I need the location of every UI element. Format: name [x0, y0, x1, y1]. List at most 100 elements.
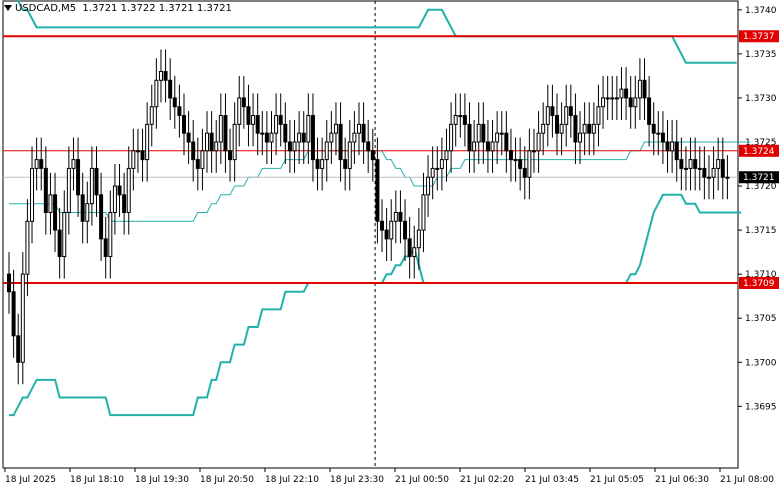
- candle-body: [467, 123, 472, 152]
- candle-body: [264, 132, 269, 143]
- x-tick-label: 18 Jul 18:10: [70, 475, 124, 485]
- candle-body: [80, 194, 85, 222]
- candle-body: [656, 132, 661, 135]
- candle-body: [301, 132, 306, 143]
- candle-body: [283, 123, 288, 143]
- candle-body: [660, 132, 665, 143]
- candle-body: [246, 106, 251, 125]
- candle-body: [260, 132, 265, 135]
- candle-body: [711, 167, 716, 178]
- candle-body: [716, 159, 721, 169]
- candle-body: [163, 70, 168, 81]
- candle-body: [518, 159, 523, 169]
- candle-body: [490, 141, 495, 152]
- candle-body: [214, 141, 219, 152]
- candle-body: [559, 123, 564, 134]
- y-tick-label: 1.3720: [745, 182, 777, 192]
- candle-body: [43, 167, 48, 213]
- candle-body: [674, 141, 679, 161]
- candle-body: [292, 141, 297, 152]
- candle-body: [536, 132, 541, 152]
- candle-body: [352, 132, 357, 143]
- chart-canvas[interactable]: 1.37401.37351.37301.37251.37201.37151.37…: [0, 0, 781, 489]
- candle-body: [94, 167, 99, 196]
- candle-body: [135, 150, 140, 153]
- x-tick-label: 21 Jul 02:20: [460, 475, 514, 485]
- candle-body: [610, 97, 615, 100]
- candle-body: [601, 97, 606, 108]
- candle-body: [20, 273, 25, 363]
- y-tick-label: 1.3735: [745, 50, 777, 60]
- candle-body: [306, 115, 311, 143]
- candle-body: [209, 132, 214, 152]
- candle-body: [522, 167, 527, 178]
- candle-body: [453, 115, 458, 125]
- candle-body: [48, 194, 53, 213]
- candle-body: [573, 115, 578, 143]
- candle-body: [370, 150, 375, 161]
- candle-body: [614, 97, 619, 100]
- candle-body: [665, 141, 670, 152]
- y-tick-label: 1.3730: [745, 94, 777, 104]
- price-chart[interactable]: USDCAD,M5 1.3721 1.3722 1.3721 1.3721 1.…: [0, 0, 781, 489]
- candle-body: [702, 167, 707, 178]
- candle-body: [30, 167, 35, 222]
- candle-body: [720, 159, 725, 178]
- candle-body: [389, 220, 394, 240]
- symbol-label: USDCAD,M5: [15, 3, 77, 14]
- level-label: 1.3724: [743, 147, 775, 157]
- candle-body: [274, 115, 279, 134]
- candle-body: [278, 115, 283, 125]
- candle-body: [255, 115, 260, 134]
- x-tick-label: 18 Jul 22:10: [265, 475, 319, 485]
- candle-body: [633, 97, 638, 108]
- candle-body: [550, 106, 555, 117]
- candle-body: [223, 115, 228, 152]
- candle-body: [297, 132, 302, 143]
- candle-body: [338, 123, 343, 161]
- candle-body: [108, 211, 113, 258]
- candle-body: [34, 159, 39, 169]
- chart-header: USDCAD,M5 1.3721 1.3722 1.3721 1.3721: [4, 3, 232, 14]
- candle-body: [85, 203, 90, 222]
- candle-body: [416, 229, 421, 249]
- candle-body: [320, 159, 325, 169]
- candle-body: [693, 159, 698, 169]
- candle-body: [679, 159, 684, 169]
- candle-body: [117, 185, 122, 196]
- candle-body: [564, 106, 569, 125]
- candle-body: [200, 150, 205, 169]
- x-tick-label: 21 Jul 06:30: [655, 475, 709, 485]
- candle-body: [647, 97, 652, 125]
- candle-body: [421, 194, 426, 231]
- candle-body: [412, 247, 417, 258]
- candle-body: [310, 115, 315, 161]
- level-label: 1.3709: [743, 279, 775, 289]
- candle-body: [186, 132, 191, 143]
- candle-body: [228, 150, 233, 161]
- candle-body: [205, 132, 210, 152]
- candle-body: [384, 229, 389, 240]
- x-tick-label: 18 Jul 23:30: [330, 475, 384, 485]
- candle-body: [619, 88, 624, 99]
- candle-body: [504, 132, 509, 152]
- x-tick-label: 21 Jul 03:45: [525, 475, 579, 485]
- candle-body: [11, 291, 16, 337]
- candle-body: [241, 97, 246, 108]
- candle-body: [462, 115, 467, 125]
- x-tick-label: 18 Jul 19:30: [135, 475, 189, 485]
- chart-menu-triangle-icon[interactable]: [4, 5, 12, 11]
- candle-body: [541, 123, 546, 134]
- candle-body: [218, 115, 223, 143]
- candle-body: [237, 97, 242, 125]
- candle-body: [393, 211, 398, 222]
- candle-body: [476, 123, 481, 143]
- candle-body: [508, 150, 513, 161]
- candle-body: [172, 97, 177, 108]
- candle-body: [149, 106, 154, 125]
- lower-band-line: [9, 193, 742, 417]
- candle-body: [435, 167, 440, 170]
- candle-body: [624, 88, 629, 99]
- middle-band-line: [9, 141, 751, 222]
- candle-body: [366, 141, 371, 152]
